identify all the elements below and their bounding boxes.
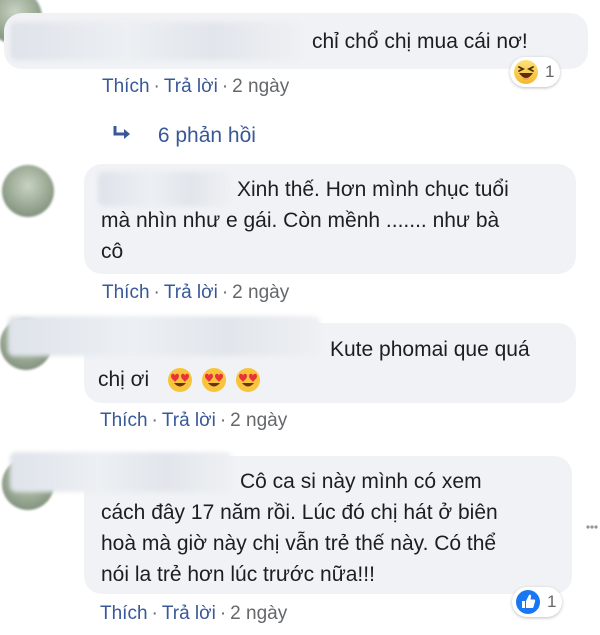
comment-text-fragment: chị ơi <box>98 368 150 391</box>
like-link[interactable]: Thích <box>100 603 148 624</box>
commenter-name[interactable] <box>8 316 320 356</box>
like-link[interactable]: Thích <box>102 76 150 97</box>
like-link[interactable]: Thích <box>102 282 150 303</box>
reply-link[interactable]: Trả lời <box>162 410 216 431</box>
timestamp[interactable]: 2 ngày <box>230 410 287 431</box>
reply-link[interactable]: Trả lời <box>162 603 216 624</box>
avatar[interactable] <box>2 165 54 217</box>
comment-text-line: nói la trẻ hơn lúc trước nữa!!! <box>101 563 375 586</box>
comment-actions: Thích · Trả lời · 2 ngày <box>100 603 288 624</box>
comment-text-line: chị ơi <box>98 364 261 395</box>
comment-text-line: hoà mà giờ này chị vẫn trẻ thế này. Có t… <box>101 532 497 555</box>
heart-eyes-icon <box>167 368 192 393</box>
reaction-count: 1 <box>545 62 555 81</box>
comment-text-line: cách đây 17 năm rồi. Lúc đó chị hát ở bi… <box>101 501 498 524</box>
replies-count: 6 phản hồi <box>157 124 256 147</box>
timestamp[interactable]: 2 ngày <box>230 603 287 624</box>
view-replies-link[interactable]: 6 phản hồi <box>112 124 256 148</box>
haha-icon <box>514 60 538 84</box>
comment-actions: Thích · Trả lời · 2 ngày <box>102 282 290 303</box>
comment-text-line: cô <box>101 240 124 263</box>
timestamp[interactable]: 2 ngày <box>232 282 289 303</box>
reply-arrow-icon <box>112 124 138 148</box>
reaction-count: 1 <box>547 592 557 611</box>
comment-actions: Thích · Trả lời · 2 ngày <box>100 410 288 431</box>
comment-text: chỉ chổ chị mua cái nơ! <box>312 30 528 53</box>
timestamp[interactable]: 2 ngày <box>232 76 289 97</box>
comment-actions: Thích · Trả lời · 2 ngày <box>102 76 290 97</box>
like-link[interactable]: Thích <box>100 410 148 431</box>
heart-eyes-icon <box>201 368 226 393</box>
reaction-badge[interactable]: 1 <box>510 57 561 87</box>
commenter-name[interactable] <box>10 452 232 492</box>
comment-text-line: Kute phomai que quá <box>330 338 530 361</box>
reply-link[interactable]: Trả lời <box>164 76 218 97</box>
comment-text-line: Xinh thế. Hơn mình chục tuổi <box>237 178 509 201</box>
reaction-badge[interactable]: 1 <box>512 587 563 617</box>
more-options-icon[interactable] <box>586 520 598 534</box>
comment-text-line: mà nhìn như e gái. Còn mềnh ....... như … <box>101 209 500 232</box>
heart-eyes-icon <box>235 368 260 393</box>
like-icon <box>516 590 540 614</box>
commenter-name[interactable] <box>98 172 230 206</box>
reply-link[interactable]: Trả lời <box>164 282 218 303</box>
commenter-name[interactable] <box>10 22 300 60</box>
comment-text-line: Cô ca si này mình có xem <box>240 470 482 493</box>
